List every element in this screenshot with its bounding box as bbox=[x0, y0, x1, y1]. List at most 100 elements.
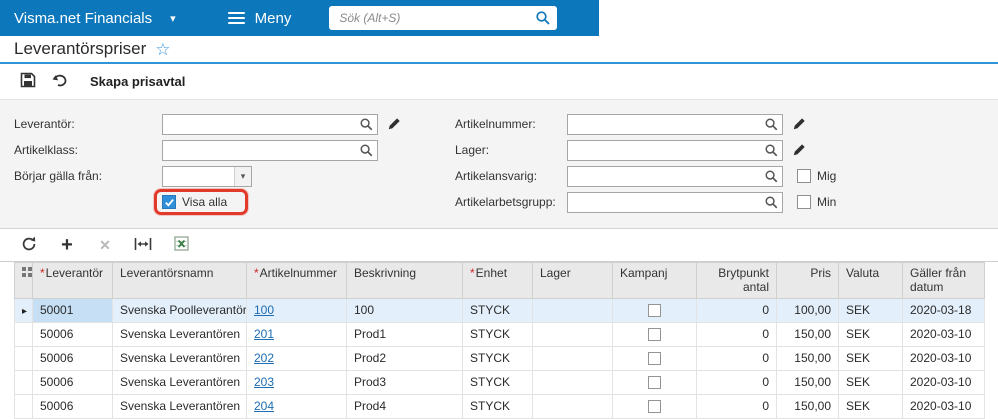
lookup-icon[interactable] bbox=[764, 117, 779, 137]
lager-label: Lager: bbox=[455, 143, 490, 157]
fit-width-button[interactable] bbox=[126, 231, 160, 259]
refresh-icon bbox=[21, 236, 37, 255]
excel-export-icon bbox=[173, 236, 189, 254]
cell-beskrivning: 100 bbox=[346, 298, 463, 323]
cell-pris: 100,00 bbox=[776, 298, 839, 323]
cell-datum: 2020-03-10 bbox=[902, 394, 985, 419]
app-switcher[interactable]: Visma.net Financials ▾ bbox=[0, 0, 190, 36]
cell-brytpunkt: 0 bbox=[696, 346, 777, 371]
artikelansvarig-input[interactable] bbox=[568, 166, 782, 186]
cell-leverantorsnamn: Svenska Leverantören bbox=[112, 322, 247, 347]
kampanj-checkbox[interactable] bbox=[648, 400, 661, 414]
lookup-icon[interactable] bbox=[764, 195, 779, 215]
refresh-button[interactable] bbox=[12, 231, 46, 259]
leverantor-lookup bbox=[162, 113, 378, 137]
cell-enhet: STYCK bbox=[462, 346, 533, 371]
artikelklass-input[interactable] bbox=[163, 140, 377, 160]
cell-leverantor[interactable]: 50006 bbox=[32, 370, 113, 395]
undo-button[interactable] bbox=[44, 68, 76, 96]
cell-leverantor[interactable]: 50001 bbox=[32, 298, 113, 323]
table-row[interactable]: ▸ 50001 Svenska Poolleverantören 100 100… bbox=[14, 298, 985, 323]
cell-artikelnummer[interactable]: 204 bbox=[246, 394, 347, 419]
artikelansvarig-lookup bbox=[567, 165, 783, 189]
kampanj-checkbox[interactable] bbox=[648, 352, 661, 366]
cell-artikelnummer[interactable]: 202 bbox=[246, 346, 347, 371]
title-bar: Leverantörspriser ☆ bbox=[0, 36, 998, 62]
menu-button[interactable]: Meny bbox=[208, 0, 312, 36]
artikelarbetsgrupp-input[interactable] bbox=[568, 192, 782, 212]
command-bar: Skapa prisavtal bbox=[0, 64, 998, 100]
delete-row-button[interactable]: ✕ bbox=[88, 231, 122, 259]
col-header-galler-fran-datum[interactable]: Gäller från datum bbox=[902, 262, 985, 299]
filter-panel: Leverantör: Artikelklass: Börjar gälla f… bbox=[0, 100, 998, 229]
export-excel-button[interactable] bbox=[164, 231, 198, 259]
lookup-icon[interactable] bbox=[359, 117, 374, 137]
col-header-kampanj[interactable]: Kampanj bbox=[612, 262, 697, 299]
artikelnummer-input[interactable] bbox=[568, 114, 782, 134]
cell-lager bbox=[532, 298, 613, 323]
save-button[interactable] bbox=[12, 68, 44, 96]
search-icon[interactable] bbox=[535, 10, 551, 31]
edit-pencil-icon[interactable] bbox=[792, 117, 806, 131]
edit-pencil-icon[interactable] bbox=[792, 143, 806, 157]
plus-icon: + bbox=[61, 234, 73, 256]
row-selector-cell[interactable] bbox=[14, 322, 33, 347]
lookup-icon[interactable] bbox=[359, 143, 374, 163]
col-header-lager[interactable]: Lager bbox=[532, 262, 613, 299]
cell-valuta: SEK bbox=[838, 322, 903, 347]
cell-enhet: STYCK bbox=[462, 370, 533, 395]
min-label: Min bbox=[817, 195, 837, 209]
cell-beskrivning: Prod1 bbox=[346, 322, 463, 347]
edit-pencil-icon[interactable] bbox=[387, 117, 401, 131]
col-header-brytpunkt-antal[interactable]: Brytpunkt antal bbox=[696, 262, 777, 299]
leverantor-input[interactable] bbox=[163, 114, 377, 134]
kampanj-checkbox[interactable] bbox=[648, 376, 661, 390]
cell-leverantor[interactable]: 50006 bbox=[32, 322, 113, 347]
artikelnummer-link[interactable]: 204 bbox=[254, 399, 274, 413]
lookup-icon[interactable] bbox=[764, 143, 779, 163]
cell-beskrivning: Prod3 bbox=[346, 370, 463, 395]
combo-arrow-icon[interactable]: ▾ bbox=[234, 166, 251, 186]
row-selector-cell[interactable] bbox=[14, 370, 33, 395]
table-row[interactable]: 50006 Svenska Leverantören 201 Prod1 STY… bbox=[14, 322, 985, 347]
table-row[interactable]: 50006 Svenska Leverantören 204 Prod4 STY… bbox=[14, 394, 985, 419]
artikelnummer-link[interactable]: 100 bbox=[254, 303, 274, 317]
cell-datum: 2020-03-10 bbox=[902, 322, 985, 347]
mig-checkbox[interactable] bbox=[797, 169, 811, 183]
cell-leverantorsnamn: Svenska Leverantören bbox=[112, 370, 247, 395]
col-header-valuta[interactable]: Valuta bbox=[838, 262, 903, 299]
cell-artikelnummer[interactable]: 100 bbox=[246, 298, 347, 323]
cell-leverantor[interactable]: 50006 bbox=[32, 346, 113, 371]
cell-leverantor[interactable]: 50006 bbox=[32, 394, 113, 419]
row-selector-cell[interactable] bbox=[14, 394, 33, 419]
table-row[interactable]: 50006 Svenska Leverantören 202 Prod2 STY… bbox=[14, 346, 985, 371]
artikelnummer-link[interactable]: 203 bbox=[254, 375, 274, 389]
kampanj-checkbox[interactable] bbox=[648, 328, 661, 342]
search-input[interactable] bbox=[329, 11, 558, 25]
col-header-leverantorsnamn[interactable]: Leverantörsnamn bbox=[112, 262, 247, 299]
col-header-leverantor[interactable]: *Leverantör bbox=[32, 262, 113, 299]
cell-artikelnummer[interactable]: 203 bbox=[246, 370, 347, 395]
col-header-beskrivning[interactable]: Beskrivning bbox=[346, 262, 463, 299]
col-header-enhet[interactable]: *Enhet bbox=[462, 262, 533, 299]
lager-input[interactable] bbox=[568, 140, 782, 160]
row-selector-cell[interactable] bbox=[14, 346, 33, 371]
kampanj-checkbox[interactable] bbox=[648, 304, 661, 318]
cell-enhet: STYCK bbox=[462, 298, 533, 323]
cell-valuta: SEK bbox=[838, 346, 903, 371]
favorite-star-icon[interactable]: ☆ bbox=[155, 41, 170, 58]
cell-enhet: STYCK bbox=[462, 394, 533, 419]
cell-artikelnummer[interactable]: 201 bbox=[246, 322, 347, 347]
col-header-pris[interactable]: Pris bbox=[776, 262, 839, 299]
artikelnummer-link[interactable]: 202 bbox=[254, 351, 274, 365]
row-selector-header[interactable] bbox=[14, 262, 33, 299]
visa-alla-checkbox[interactable] bbox=[162, 195, 176, 209]
min-checkbox[interactable] bbox=[797, 195, 811, 209]
artikelnummer-link[interactable]: 201 bbox=[254, 327, 274, 341]
lookup-icon[interactable] bbox=[764, 169, 779, 189]
row-selector-cell[interactable]: ▸ bbox=[14, 298, 33, 323]
add-row-button[interactable]: + bbox=[50, 231, 84, 259]
create-price-agreement-button[interactable]: Skapa prisavtal bbox=[90, 74, 185, 89]
table-row[interactable]: 50006 Svenska Leverantören 203 Prod3 STY… bbox=[14, 370, 985, 395]
col-header-artikelnummer[interactable]: *Artikelnummer bbox=[246, 262, 347, 299]
